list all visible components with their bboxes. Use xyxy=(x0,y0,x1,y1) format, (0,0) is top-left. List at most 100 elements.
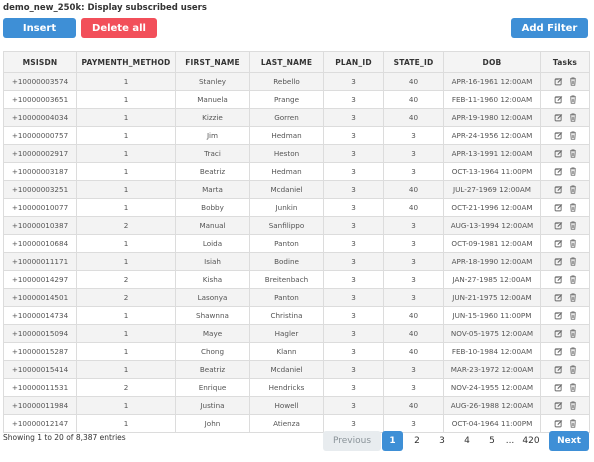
edit-icon[interactable] xyxy=(554,311,563,320)
first-name-cell: Chong xyxy=(175,342,250,361)
page-button-1[interactable]: 1 xyxy=(382,431,403,451)
table-row: +10000003187 1 Beatriz Hedman 3 3 OCT-13-1964 … xyxy=(3,162,590,181)
table-row: +10000003251 1 Marta Mcdaniel 3 40 JUL-27-1969… xyxy=(3,180,590,199)
column-header-first-name[interactable]: FIRST_NAME xyxy=(175,51,250,73)
trash-icon[interactable] xyxy=(569,293,577,302)
dob-cell: APR-18-1990 12:00AM xyxy=(443,252,541,271)
trash-icon[interactable] xyxy=(569,311,577,320)
page-button-5[interactable]: 5 xyxy=(482,431,502,451)
state-id-cell: 40 xyxy=(383,396,444,415)
table-row: +10000015414 1 Beatriz Mcdaniel 3 3 MAR-23-197… xyxy=(3,360,590,379)
column-header-state-id[interactable]: STATE_ID xyxy=(383,51,444,73)
edit-icon[interactable] xyxy=(554,293,563,302)
trash-icon[interactable] xyxy=(569,365,577,374)
table-row: +10000003574 1 Stanley Rebello 3 40 APR-16-196… xyxy=(3,72,590,91)
insert-button[interactable]: Insert xyxy=(3,18,76,38)
plan-id-cell: 3 xyxy=(323,378,384,397)
payment-method-cell: 1 xyxy=(76,396,176,415)
trash-icon[interactable] xyxy=(569,203,577,212)
table-row: +10000011531 2 Enrique Hendricks 3 3 NOV-24-19… xyxy=(3,378,590,397)
trash-icon[interactable] xyxy=(569,419,577,428)
dob-cell: NOV-05-1975 12:00AM xyxy=(443,324,541,343)
edit-icon[interactable] xyxy=(554,95,563,104)
edit-icon[interactable] xyxy=(554,329,563,338)
first-name-cell: Lasonya xyxy=(175,288,250,307)
trash-icon[interactable] xyxy=(569,167,577,176)
plan-id-cell: 3 xyxy=(323,360,384,379)
dob-cell: APR-13-1991 12:00AM xyxy=(443,144,541,163)
table-row: +10000002917 1 Traci Heston 3 3 APR-13-1991 12… xyxy=(3,144,590,163)
column-header-dob[interactable]: DOB xyxy=(443,51,541,73)
tasks-cell xyxy=(540,306,590,325)
column-header-msisdn[interactable]: MSISDN xyxy=(3,51,77,73)
trash-icon[interactable] xyxy=(569,131,577,140)
edit-icon[interactable] xyxy=(554,221,563,230)
tasks-cell xyxy=(540,72,590,91)
edit-icon[interactable] xyxy=(554,383,563,392)
column-header-plan-id[interactable]: PLAN_ID xyxy=(323,51,384,73)
dob-cell: JUN-21-1975 12:00AM xyxy=(443,288,541,307)
dob-cell: AUG-26-1988 12:00AM xyxy=(443,396,541,415)
page-button-3[interactable]: 3 xyxy=(432,431,452,451)
trash-icon[interactable] xyxy=(569,329,577,338)
edit-icon[interactable] xyxy=(554,419,563,428)
first-name-cell: Jim xyxy=(175,126,250,145)
trash-icon[interactable] xyxy=(569,347,577,356)
last-name-cell: Rebello xyxy=(249,72,324,91)
edit-icon[interactable] xyxy=(554,203,563,212)
edit-icon[interactable] xyxy=(554,131,563,140)
plan-id-cell: 3 xyxy=(323,396,384,415)
trash-icon[interactable] xyxy=(569,95,577,104)
next-page-button[interactable]: Next xyxy=(549,431,589,451)
dob-cell: APR-24-1956 12:00AM xyxy=(443,126,541,145)
first-name-cell: Kisha xyxy=(175,270,250,289)
trash-icon[interactable] xyxy=(569,221,577,230)
trash-icon[interactable] xyxy=(569,275,577,284)
page-button-2[interactable]: 2 xyxy=(407,431,427,451)
msisdn-cell: +10000010077 xyxy=(3,198,77,217)
edit-icon[interactable] xyxy=(554,365,563,374)
edit-icon[interactable] xyxy=(554,239,563,248)
trash-icon[interactable] xyxy=(569,149,577,158)
edit-icon[interactable] xyxy=(554,77,563,86)
edit-icon[interactable] xyxy=(554,275,563,284)
dob-cell: OCT-09-1981 12:00AM xyxy=(443,234,541,253)
add-filter-button[interactable]: Add Filter xyxy=(511,18,588,38)
tasks-cell xyxy=(540,162,590,181)
table-row: +10000003651 1 Manuela Prange 3 40 FEB-11-1960… xyxy=(3,90,590,109)
column-header-payment-method[interactable]: PAYMENTH_METHOD xyxy=(76,51,176,73)
state-id-cell: 3 xyxy=(383,216,444,235)
previous-page-button[interactable]: Previous xyxy=(323,431,381,451)
edit-icon[interactable] xyxy=(554,401,563,410)
edit-icon[interactable] xyxy=(554,149,563,158)
tasks-cell xyxy=(540,342,590,361)
trash-icon[interactable] xyxy=(569,401,577,410)
edit-icon[interactable] xyxy=(554,167,563,176)
edit-icon[interactable] xyxy=(554,347,563,356)
first-name-cell: Traci xyxy=(175,144,250,163)
first-name-cell: Stanley xyxy=(175,72,250,91)
tasks-cell xyxy=(540,108,590,127)
state-id-cell: 3 xyxy=(383,144,444,163)
tasks-cell xyxy=(540,90,590,109)
dob-cell: OCT-04-1964 11:00PM xyxy=(443,414,541,433)
first-name-cell: Isiah xyxy=(175,252,250,271)
trash-icon[interactable] xyxy=(569,383,577,392)
trash-icon[interactable] xyxy=(569,257,577,266)
last-name-cell: Hagler xyxy=(249,324,324,343)
dob-cell: APR-16-1961 12:00AM xyxy=(443,72,541,91)
delete-all-button[interactable]: Delete all xyxy=(81,18,157,38)
edit-icon[interactable] xyxy=(554,257,563,266)
plan-id-cell: 3 xyxy=(323,90,384,109)
page-button-last[interactable]: 420 xyxy=(517,431,545,451)
trash-icon[interactable] xyxy=(569,239,577,248)
column-header-last-name[interactable]: LAST_NAME xyxy=(249,51,324,73)
edit-icon[interactable] xyxy=(554,113,563,122)
trash-icon[interactable] xyxy=(569,113,577,122)
edit-icon[interactable] xyxy=(554,185,563,194)
trash-icon[interactable] xyxy=(569,77,577,86)
msisdn-cell: +10000011171 xyxy=(3,252,77,271)
page-button-4[interactable]: 4 xyxy=(457,431,477,451)
plan-id-cell: 3 xyxy=(323,216,384,235)
trash-icon[interactable] xyxy=(569,185,577,194)
